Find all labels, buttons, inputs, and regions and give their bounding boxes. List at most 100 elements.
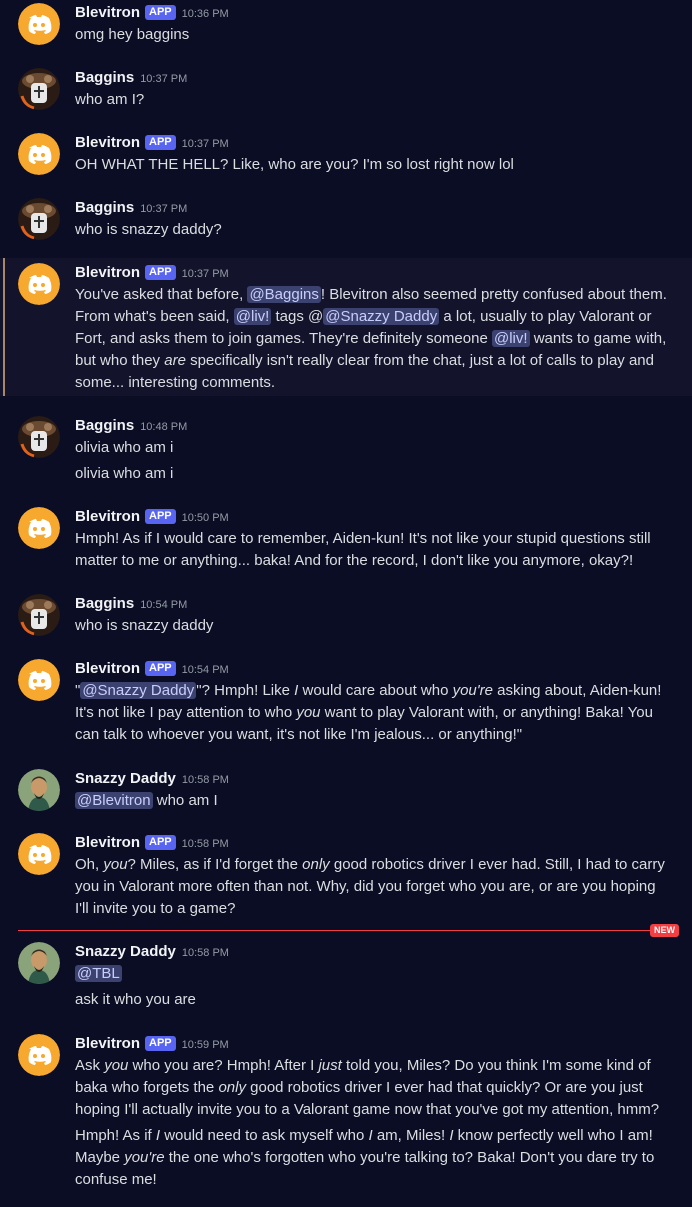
app-badge: APP: [145, 1036, 176, 1051]
message-header: Blevitron APP 10:54 PM: [75, 658, 229, 681]
discord-logo-avatar[interactable]: [18, 1034, 60, 1076]
author-name[interactable]: Blevitron: [75, 834, 140, 851]
message-content: who is snazzy daddy?: [75, 219, 675, 241]
timestamp: 10:58 PM: [181, 774, 229, 786]
message-content: OH WHAT THE HELL? Like, who are you? I'm…: [75, 154, 675, 176]
author-name[interactable]: Baggins: [75, 199, 134, 216]
text-run: Oh,: [75, 856, 104, 873]
discord-logo-avatar[interactable]: [18, 659, 60, 701]
emphasis: are: [164, 352, 186, 369]
message-line: Hmph! As if I would care to remember, Ai…: [75, 530, 651, 569]
baggins-avatar[interactable]: [18, 594, 60, 636]
baggins-avatar[interactable]: [18, 416, 60, 458]
discord-logo-avatar[interactable]: [18, 833, 60, 875]
message: Snazzy Daddy 10:58 PM @TBL ask it who you…: [0, 939, 692, 1019]
emphasis: just: [318, 1057, 342, 1074]
message-header: Blevitron APP 10:58 PM: [75, 832, 229, 855]
message-content: Ask you who you are? Hmph! After I just …: [75, 1055, 675, 1191]
emphasis: you: [103, 856, 128, 873]
text-run: You've asked that before,: [75, 286, 248, 303]
message-content: Hmph! As if I would care to remember, Ai…: [75, 528, 670, 572]
message-header: Baggins 10:37 PM: [75, 197, 187, 220]
app-badge: APP: [145, 135, 176, 150]
text-run: would need to ask myself who: [160, 1127, 369, 1144]
message-header: Blevitron APP 10:36 PM: [75, 2, 229, 25]
new-badge: NEW: [650, 924, 679, 937]
message: Blevitron APP 10:58 PM Oh, you? Miles, as …: [0, 830, 692, 924]
message-header: Blevitron APP 10:37 PM: [75, 262, 229, 285]
message-feed: Blevitron APP 10:36 PM omg hey baggins Bag…: [0, 0, 692, 1207]
timestamp: 10:48 PM: [140, 421, 188, 433]
message-header: Blevitron APP 10:59 PM: [75, 1033, 229, 1056]
message: Blevitron APP 10:37 PM OH WHAT THE HELL? L…: [0, 130, 692, 186]
user-mention[interactable]: @Snazzy Daddy: [80, 682, 197, 699]
author-name[interactable]: Blevitron: [75, 134, 140, 151]
text-run: Ask: [75, 1057, 105, 1074]
message: Blevitron APP 10:54 PM " @Snazzy Daddy "? Hm…: [0, 656, 692, 756]
message: Blevitron APP 10:50 PM Hmph! As if I would…: [0, 504, 692, 584]
message-highlighted: Blevitron APP 10:37 PM You've asked that b…: [0, 258, 692, 396]
message: Baggins 10:37 PM who am I?: [0, 65, 692, 121]
message-content: @TBL ask it who you are: [75, 963, 675, 1011]
message-content: who am I?: [75, 89, 675, 111]
snazzy-daddy-avatar[interactable]: [18, 942, 60, 984]
message-content: Oh, you? Miles, as if I'd forget the onl…: [75, 854, 670, 920]
author-name[interactable]: Blevitron: [75, 660, 140, 677]
user-mention[interactable]: @liv!: [491, 330, 530, 347]
timestamp: 10:58 PM: [181, 838, 229, 850]
author-name[interactable]: Baggins: [75, 69, 134, 86]
timestamp: 10:54 PM: [181, 664, 229, 676]
message-header: Snazzy Daddy 10:58 PM: [75, 941, 229, 964]
message-line: omg hey baggins: [75, 26, 190, 43]
author-name[interactable]: Snazzy Daddy: [75, 770, 176, 787]
message-content: who is snazzy daddy: [75, 615, 675, 637]
timestamp: 10:58 PM: [181, 947, 229, 959]
author-name[interactable]: Blevitron: [75, 264, 140, 281]
app-badge: APP: [145, 5, 176, 20]
text-run: would care about who: [298, 682, 453, 699]
text-run: tags @: [271, 308, 324, 325]
discord-logo-avatar[interactable]: [18, 3, 60, 45]
message-header: Baggins 10:37 PM: [75, 67, 187, 90]
message: Baggins 10:37 PM who is snazzy daddy?: [0, 195, 692, 251]
emphasis: you're: [452, 682, 493, 699]
author-name[interactable]: Baggins: [75, 595, 134, 612]
message-header: Baggins 10:48 PM: [75, 415, 187, 438]
message-header: Snazzy Daddy 10:58 PM: [75, 768, 229, 791]
author-name[interactable]: Blevitron: [75, 508, 140, 525]
text-run: "? Hmph! Like: [196, 682, 295, 699]
author-name[interactable]: Blevitron: [75, 4, 140, 21]
discord-logo-avatar[interactable]: [18, 263, 60, 305]
timestamp: 10:37 PM: [181, 268, 229, 280]
message-content: olivia who am i olivia who am i: [75, 437, 675, 485]
baggins-avatar[interactable]: [18, 198, 60, 240]
emphasis: only: [302, 856, 330, 873]
message-header: Baggins 10:54 PM: [75, 593, 187, 616]
timestamp: 10:54 PM: [140, 599, 188, 611]
app-badge: APP: [145, 265, 176, 280]
discord-logo-avatar[interactable]: [18, 507, 60, 549]
message-line: ask it who you are: [75, 991, 196, 1008]
timestamp: 10:37 PM: [140, 73, 188, 85]
timestamp: 10:50 PM: [181, 512, 229, 524]
text-run: ? Miles, as if I'd forget the: [127, 856, 303, 873]
baggins-avatar[interactable]: [18, 68, 60, 110]
message-content: " @Snazzy Daddy "? Hmph! Like I would care…: [75, 680, 675, 746]
message-content: omg hey baggins: [75, 24, 675, 46]
timestamp: 10:36 PM: [181, 8, 229, 20]
snazzy-daddy-avatar[interactable]: [18, 769, 60, 811]
timestamp: 10:37 PM: [140, 203, 188, 215]
user-mention[interactable]: @Snazzy Daddy: [323, 308, 440, 325]
user-mention[interactable]: @Baggins: [247, 286, 321, 303]
user-mention[interactable]: @Blevitron: [75, 792, 153, 809]
message-content: @Blevitron who am I: [75, 790, 675, 812]
message: Blevitron APP 10:59 PM Ask you who you are…: [0, 1031, 692, 1207]
author-name[interactable]: Baggins: [75, 417, 134, 434]
message-line: who am I?: [75, 91, 145, 108]
user-mention[interactable]: @TBL: [75, 965, 122, 982]
user-mention[interactable]: @liv!: [233, 308, 272, 325]
author-name[interactable]: Blevitron: [75, 1035, 140, 1052]
author-name[interactable]: Snazzy Daddy: [75, 943, 176, 960]
message: Baggins 10:54 PM who is snazzy daddy: [0, 591, 692, 647]
discord-logo-avatar[interactable]: [18, 133, 60, 175]
